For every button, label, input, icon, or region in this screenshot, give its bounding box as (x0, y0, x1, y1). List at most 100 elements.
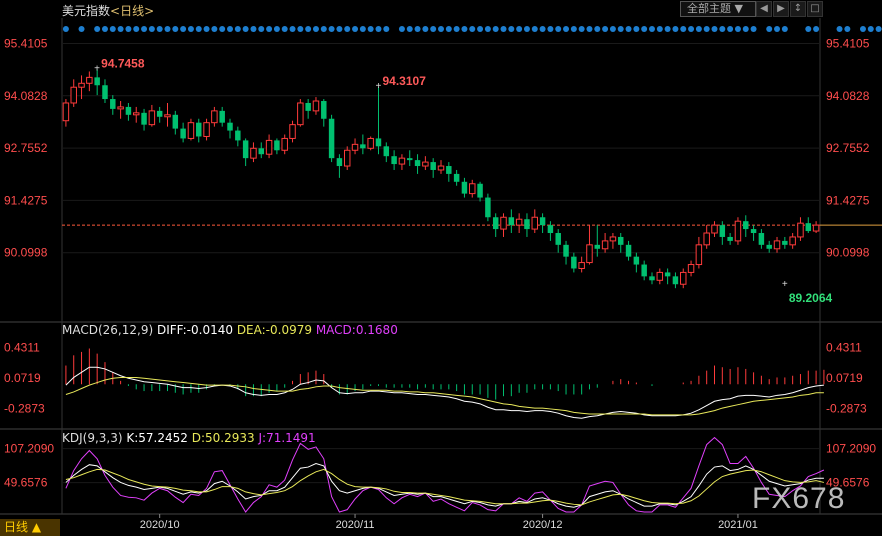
candle-down (672, 276, 679, 285)
candle-down (360, 144, 366, 149)
candle-up (734, 220, 742, 242)
macd-tick-label-left: 0.4311 (4, 341, 40, 355)
candle-down (407, 158, 413, 161)
event-dot-marker (445, 26, 452, 32)
event-dot-marker (664, 26, 671, 32)
candle-down (196, 122, 202, 137)
candle-up (695, 244, 703, 266)
candle-down (219, 110, 225, 123)
macd-diff-line (65, 366, 824, 419)
candle-down (258, 148, 265, 155)
event-dot-marker (672, 26, 679, 32)
candle-up (812, 224, 820, 232)
event-dot-marker (805, 26, 812, 32)
candle-down (750, 229, 757, 234)
event-dot-marker (688, 26, 695, 32)
event-dot-marker (836, 26, 843, 32)
candle-down (719, 225, 726, 237)
candle-down (485, 197, 491, 218)
event-dot-marker (625, 26, 632, 32)
min-price-label: 89.2064 (789, 291, 833, 305)
event-dot-marker (570, 26, 577, 32)
candle-down (758, 233, 765, 245)
candle-down (172, 114, 179, 129)
candle-down (141, 112, 147, 125)
event-dot-marker (750, 26, 757, 32)
price-tick-label-left: 94.0828 (4, 89, 48, 103)
candle-down (383, 146, 390, 157)
candle-up (586, 244, 593, 264)
price-tick-label-left: 92.7552 (4, 141, 48, 155)
event-dot-marker (78, 26, 85, 32)
candle-down (110, 99, 116, 109)
price-tick-label-left: 90.0998 (4, 246, 48, 260)
candle-down (594, 244, 601, 249)
kdj-d-label: D:50.2933 (191, 431, 255, 445)
candle-down (328, 118, 335, 159)
event-dot-marker (258, 26, 265, 32)
candle-up (250, 147, 257, 159)
candle-down (547, 225, 554, 234)
macd-value-label: MACD:0.1680 (315, 323, 398, 337)
candle-up (86, 76, 93, 84)
candle-up (78, 82, 85, 88)
x-tick-label: 2020/11 (336, 519, 375, 531)
period-tab[interactable]: 日线 ▲ (0, 519, 60, 536)
candle-up (711, 224, 718, 234)
event-dot-marker (594, 26, 601, 32)
event-dot-marker (766, 26, 773, 32)
chart-canvas[interactable]: 95.4105 95.4105 94.0828 94.0828 92.7552 92.75… (0, 0, 882, 536)
candle-up (281, 137, 288, 151)
event-dot-marker (101, 26, 108, 32)
event-dot-marker (289, 26, 296, 32)
event-dot-marker (211, 26, 218, 32)
event-dot-marker (516, 26, 523, 32)
event-dot-marker (375, 26, 382, 32)
event-dot-marker (164, 26, 171, 32)
candle-up (117, 106, 124, 110)
event-dot-marker (609, 26, 616, 32)
candle-down (305, 102, 311, 111)
event-dot-marker (563, 26, 570, 32)
candle-down (625, 244, 632, 257)
candle-up (437, 165, 445, 171)
event-dot-marker (453, 26, 460, 32)
candle-down (180, 128, 186, 139)
event-dot-marker (203, 26, 210, 32)
event-dot-marker (250, 26, 257, 32)
event-dot-marker (555, 26, 562, 32)
candle-up (656, 271, 664, 281)
candle-down (102, 85, 108, 100)
candle-up (609, 236, 617, 242)
candle-up (70, 86, 77, 104)
candle-down (633, 256, 640, 265)
event-dot-marker (539, 26, 546, 32)
event-dot-marker (242, 26, 249, 32)
candle-up (422, 161, 429, 167)
candle-up (203, 122, 210, 137)
candle-up (211, 110, 218, 124)
max-price-label: 94.7458 (101, 57, 145, 71)
candle-up (62, 102, 70, 122)
event-dot-marker (781, 26, 788, 32)
candle-up (148, 110, 156, 126)
event-dot-marker (281, 26, 288, 32)
event-dot-marker (430, 26, 437, 32)
price-tick-label-right: 94.0828 (826, 89, 870, 103)
macd-tick-label-left: -0.2873 (4, 402, 45, 416)
event-dot-marker (461, 26, 468, 32)
candle-up (687, 264, 695, 273)
event-dot-marker (602, 26, 609, 32)
event-dot-marker (305, 26, 312, 32)
candle-up (164, 114, 171, 118)
event-dot-marker (641, 26, 648, 32)
kdj-tick-label-right: 107.2090 (826, 442, 876, 456)
candle-down (391, 156, 397, 165)
candle-up (297, 102, 304, 126)
event-dot-marker (633, 26, 640, 32)
candle-up (187, 122, 195, 139)
event-dot-marker (266, 26, 273, 32)
price-tick-label-right: 90.0998 (826, 246, 870, 260)
kdj-j-label: J:71.1491 (258, 431, 316, 445)
event-dot-marker (328, 26, 335, 32)
